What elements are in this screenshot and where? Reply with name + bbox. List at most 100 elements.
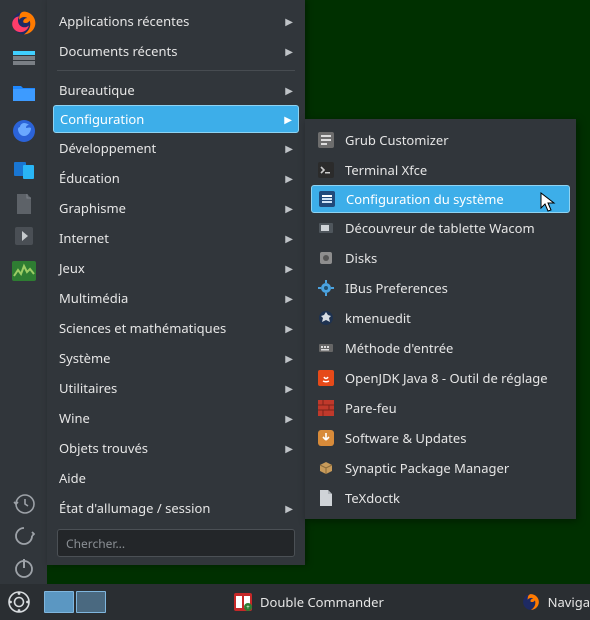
menu-cat-lostfound[interactable]: Objets trouvés▶ xyxy=(47,433,305,463)
grub-icon xyxy=(317,131,335,149)
menu-cat-utilitaires[interactable]: Utilitaires▶ xyxy=(47,373,305,403)
submenu-synaptic[interactable]: Synaptic Package Manager xyxy=(305,453,576,483)
submenu-input-method[interactable]: Méthode d'entrée xyxy=(305,333,576,363)
forward-icon[interactable] xyxy=(0,220,47,252)
submenu-openjdk[interactable]: OpenJDK Java 8 - Outil de réglage xyxy=(305,363,576,393)
submenu-wacom[interactable]: Découvreur de tablette Wacom xyxy=(305,213,576,243)
chevron-right-icon: ▶ xyxy=(283,351,293,365)
system-monitor-icon[interactable] xyxy=(0,252,47,290)
chevron-right-icon: ▶ xyxy=(283,501,293,515)
menu-recent-docs[interactable]: Documents récents ▶ xyxy=(47,36,305,66)
firefox-icon xyxy=(522,593,540,611)
menu-label: Aide xyxy=(59,469,293,487)
submenu-label: Terminal Xfce xyxy=(345,161,427,179)
firewall-icon xyxy=(317,399,335,417)
document-icon[interactable] xyxy=(0,188,47,220)
menu-label: Bureautique xyxy=(59,81,283,99)
menu-cat-wine[interactable]: Wine▶ xyxy=(47,403,305,433)
chevron-right-icon: ▶ xyxy=(283,141,293,155)
package-icon xyxy=(317,459,335,477)
keyboard-icon xyxy=(317,339,335,357)
history-icon[interactable] xyxy=(0,488,47,520)
menu-cat-aide[interactable]: Aide xyxy=(47,463,305,493)
chevron-right-icon: ▶ xyxy=(283,201,293,215)
firefox-icon[interactable] xyxy=(0,4,47,42)
menu-cat-education[interactable]: Éducation▶ xyxy=(47,163,305,193)
chevron-right-icon: ▶ xyxy=(283,44,293,58)
submenu-system-settings[interactable]: Configuration du système xyxy=(311,185,570,213)
menu-label: Utilitaires xyxy=(59,379,283,397)
chevron-right-icon: ▶ xyxy=(282,112,292,126)
menu-cat-session[interactable]: État d'allumage / session▶ xyxy=(47,493,305,523)
chevron-right-icon: ▶ xyxy=(283,171,293,185)
menu-label: Objets trouvés xyxy=(59,439,283,457)
submenu-label: TeXdoctk xyxy=(345,489,400,507)
refresh-icon[interactable] xyxy=(0,520,47,552)
chevron-right-icon: ▶ xyxy=(283,83,293,97)
chevron-right-icon: ▶ xyxy=(283,381,293,395)
menu-cat-developpement[interactable]: Développement▶ xyxy=(47,133,305,163)
submenu-label: OpenJDK Java 8 - Outil de réglage xyxy=(345,369,548,387)
updates-icon xyxy=(317,429,335,447)
submenu-ibus[interactable]: IBus Preferences xyxy=(305,273,576,303)
menu-cat-graphisme[interactable]: Graphisme▶ xyxy=(47,193,305,223)
menu-cat-jeux[interactable]: Jeux▶ xyxy=(47,253,305,283)
activity-launcher xyxy=(0,0,47,584)
menu-cat-bureautique[interactable]: Bureautique▶ xyxy=(47,75,305,105)
submenu-firewall[interactable]: Pare-feu xyxy=(305,393,576,423)
submenu-label: Software & Updates xyxy=(345,429,466,447)
app-launcher-button[interactable] xyxy=(0,584,38,620)
submenu-kmenuedit[interactable]: kmenuedit xyxy=(305,303,576,333)
disks-icon xyxy=(317,249,335,267)
chevron-right-icon: ▶ xyxy=(283,291,293,305)
task-label: Double Commander xyxy=(260,593,384,611)
terminal-icon xyxy=(317,161,335,179)
submenu-label: Grub Customizer xyxy=(345,131,449,149)
menu-label: Wine xyxy=(59,409,283,427)
tablet-icon xyxy=(317,219,335,237)
submenu-label: Synaptic Package Manager xyxy=(345,459,509,477)
menu-cat-sciences[interactable]: Sciences et mathématiques▶ xyxy=(47,313,305,343)
gear-icon xyxy=(317,279,335,297)
submenu-label: Configuration du système xyxy=(346,190,504,208)
chevron-right-icon: ▶ xyxy=(283,261,293,275)
power-icon[interactable] xyxy=(0,552,47,584)
chevron-right-icon: ▶ xyxy=(283,441,293,455)
task-preview[interactable] xyxy=(40,588,110,616)
workspace-thumb xyxy=(76,591,106,613)
submenu-label: Pare-feu xyxy=(345,399,397,417)
submenu-texdoctk[interactable]: TeXdoctk xyxy=(305,483,576,513)
activity-indicator-icon[interactable] xyxy=(0,42,47,74)
application-menu: Applications récentes ▶ Documents récent… xyxy=(47,0,305,565)
submenu-label: Disks xyxy=(345,249,377,267)
submenu-terminal-xfce[interactable]: Terminal Xfce xyxy=(305,155,576,185)
menu-recent-apps[interactable]: Applications récentes ▶ xyxy=(47,6,305,36)
submenu-label: IBus Preferences xyxy=(345,279,448,297)
files-icon[interactable] xyxy=(0,74,47,112)
submenu-disks[interactable]: Disks xyxy=(305,243,576,273)
submenu-label: Méthode d'entrée xyxy=(345,339,453,357)
settings-icon xyxy=(318,190,336,208)
task-firefox[interactable]: Naviga xyxy=(512,587,590,617)
menu-label: Graphisme xyxy=(59,199,283,217)
menu-label: Documents récents xyxy=(59,42,283,60)
task-double-commander[interactable]: + Double Commander xyxy=(224,587,394,617)
menu-label: Jeux xyxy=(59,259,283,277)
menu-label: État d'allumage / session xyxy=(59,499,283,517)
submenu-grub-customizer[interactable]: Grub Customizer xyxy=(305,125,576,155)
double-commander-icon: + xyxy=(234,593,252,611)
menu-cat-multimedia[interactable]: Multimédia▶ xyxy=(47,283,305,313)
kde-connect-icon[interactable] xyxy=(0,150,47,188)
menu-label: Multimédia xyxy=(59,289,283,307)
search-input[interactable] xyxy=(57,529,295,557)
menu-label: Développement xyxy=(59,139,283,157)
web-browser-icon[interactable] xyxy=(0,112,47,150)
svg-text:+: + xyxy=(246,603,250,611)
submenu-software-updates[interactable]: Software & Updates xyxy=(305,423,576,453)
java-icon xyxy=(317,369,335,387)
menu-cat-systeme[interactable]: Système▶ xyxy=(47,343,305,373)
kmenu-icon xyxy=(317,309,335,327)
menu-cat-internet[interactable]: Internet▶ xyxy=(47,223,305,253)
chevron-right-icon: ▶ xyxy=(283,411,293,425)
menu-cat-configuration[interactable]: Configuration▶ xyxy=(53,105,299,133)
